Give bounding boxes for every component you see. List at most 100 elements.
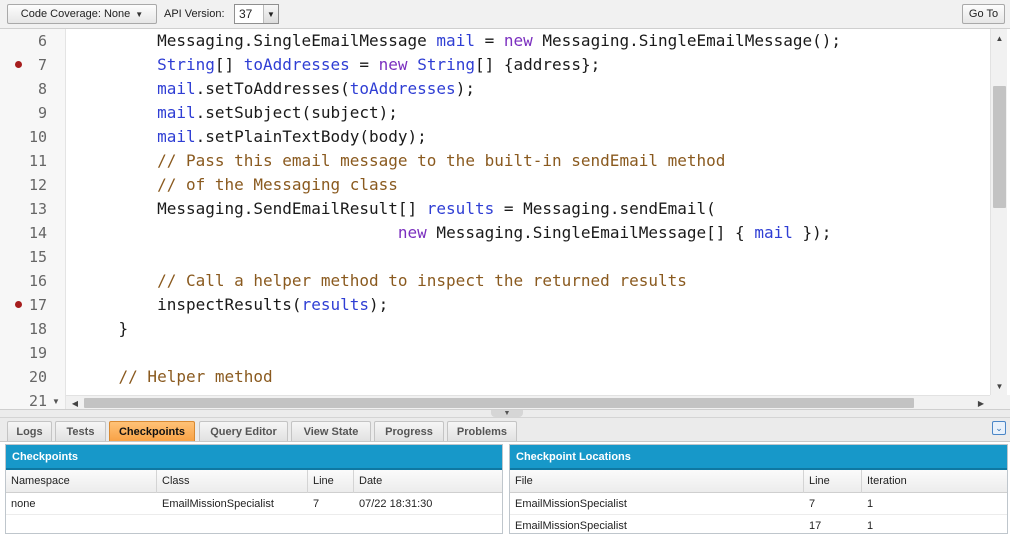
cell-line: 7 [313,498,320,510]
code-line[interactable]: 18 } [0,317,990,341]
tab-tests[interactable]: Tests [55,421,106,441]
code-coverage-label: Code Coverage: None [20,8,131,20]
scroll-down-icon[interactable]: ▼ [991,379,1008,393]
code-line[interactable]: 19 [0,341,990,365]
api-version-select[interactable]: 37 ▼ [234,4,279,24]
column-header-namespace[interactable]: Namespace [6,470,157,493]
tab-view-state[interactable]: View State [291,421,371,441]
code-text: Messaging.SendEmailResult[] results = Me… [80,199,716,218]
splitter-grip-icon[interactable]: ▼ [491,410,523,417]
line-number[interactable]: 7 [0,53,47,77]
vertical-scroll-thumb[interactable] [993,86,1006,208]
line-number[interactable]: 10 [0,125,47,149]
horizontal-scroll-thumb[interactable] [84,398,914,408]
code-line[interactable]: 7 String[] toAddresses = new String[] {a… [0,53,990,77]
chevron-down-icon: ▼ [263,5,278,23]
line-number[interactable]: 12 [0,173,47,197]
tab-problems[interactable]: Problems [447,421,517,441]
line-number[interactable]: 17 [0,293,47,317]
line-number[interactable]: 16 [0,269,47,293]
column-header-date[interactable]: Date [354,470,502,493]
line-number[interactable]: 18 [0,317,47,341]
tab-logs[interactable]: Logs [7,421,52,441]
locations-table-header: File Line Iteration [510,470,1007,493]
line-number[interactable]: 14 [0,221,47,245]
code-line[interactable]: 6 Messaging.SingleEmailMessage mail = ne… [0,29,990,53]
column-header-line[interactable]: Line [804,470,862,493]
code-line[interactable]: 9 mail.setSubject(subject); [0,101,990,125]
cell-file: EmailMissionSpecialist [515,520,627,532]
panel-splitter[interactable]: ▼ [0,410,1010,418]
scroll-right-icon[interactable]: ▶ [974,396,988,409]
code-text: mail.setToAddresses(toAddresses); [157,79,475,98]
code-line[interactable]: 14 new Messaging.SingleEmailMessage[] { … [0,221,990,245]
bottom-tab-bar: Logs Tests Checkpoints Query Editor View… [0,418,1010,442]
api-version-label: API Version: [164,8,225,20]
tab-progress[interactable]: Progress [374,421,444,441]
code-line[interactable]: 16 // Call a helper method to inspect th… [0,269,990,293]
line-number[interactable]: 19 [0,341,47,365]
cell-line: 17 [809,520,822,532]
line-number[interactable]: 11 [0,149,47,173]
fold-toggle-icon[interactable]: ▼ [52,390,60,409]
scroll-left-icon[interactable]: ◀ [68,396,82,409]
code-text: String[] toAddresses = new String[] {add… [157,55,601,74]
code-text: // Pass this email message to the built-… [157,151,726,170]
tab-query-editor[interactable]: Query Editor [199,421,288,441]
code-text: new Messaging.SingleEmailMessage[] { mai… [397,223,832,242]
checkpoints-panel: Checkpoints Namespace Class Line Date no… [5,444,503,534]
line-number[interactable]: 13 [0,197,47,221]
api-version-value: 37 [239,7,253,21]
code-line[interactable]: 12 // of the Messaging class [0,173,990,197]
cell-class: EmailMissionSpecialist [162,498,274,510]
tab-checkpoints[interactable]: Checkpoints [109,421,195,441]
cell-line: 7 [809,498,816,510]
code-text: Messaging.SingleEmailMessage mail = new … [80,31,842,50]
cell-date: 07/22 18:31:30 [359,498,433,510]
code-text: mail.setPlainTextBody(body); [157,127,427,146]
line-number[interactable]: 21 [0,389,47,409]
line-number[interactable]: 9 [0,101,47,125]
checkpoints-panel-title: Checkpoints [6,445,502,470]
code-text: // Helper method [118,367,273,386]
code-coverage-dropdown[interactable]: Code Coverage: None ▼ [7,4,157,24]
table-row[interactable]: EmailMissionSpecialist 7 1 [510,493,1007,515]
code-text: inspectResults(results); [80,295,389,314]
column-header-file[interactable]: File [510,470,804,493]
code-line[interactable]: 8 mail.setToAddresses(toAddresses); [0,77,990,101]
code-line[interactable]: 11 // Pass this email message to the bui… [0,149,990,173]
code-text: } [80,319,129,338]
column-header-line[interactable]: Line [308,470,354,493]
checkpoint-locations-panel-title: Checkpoint Locations [510,445,1007,470]
scroll-up-icon[interactable]: ▲ [991,31,1008,45]
scrollbar-corner [990,395,1010,409]
table-row[interactable]: EmailMissionSpecialist 17 1 [510,515,1007,533]
line-number[interactable]: 8 [0,77,47,101]
horizontal-scrollbar[interactable]: ◀ ▶ [66,395,990,409]
code-text: // of the Messaging class [157,175,398,194]
cell-namespace: none [11,498,36,510]
line-number[interactable]: 15 [0,245,47,269]
code-line[interactable]: 10 mail.setPlainTextBody(body); [0,125,990,149]
vertical-scrollbar[interactable]: ▲ ▼ [990,29,1007,395]
line-number[interactable]: 20 [0,365,47,389]
code-editor[interactable]: 6 Messaging.SingleEmailMessage mail = ne… [0,29,1010,410]
collapse-panel-icon[interactable]: ⌄ [992,421,1006,435]
code-line[interactable]: 17 inspectResults(results); [0,293,990,317]
cell-iteration: 1 [867,520,874,532]
column-header-class[interactable]: Class [157,470,308,493]
line-number[interactable]: 6 [0,29,47,53]
cell-file: EmailMissionSpecialist [515,498,627,510]
cell-iteration: 1 [867,498,874,510]
code-text: mail.setSubject(subject); [157,103,398,122]
checkpoint-locations-panel: Checkpoint Locations File Line Iteration… [509,444,1008,534]
toolbar: Code Coverage: None ▼ API Version: 37 ▼ … [0,0,1010,29]
column-header-iteration[interactable]: Iteration [862,470,1007,493]
code-line[interactable]: 13 Messaging.SendEmailResult[] results =… [0,197,990,221]
go-to-button[interactable]: Go To [962,4,1005,24]
code-text: // Call a helper method to inspect the r… [157,271,687,290]
table-row[interactable]: none EmailMissionSpecialist 7 07/22 18:3… [6,493,502,515]
code-line[interactable]: 20 // Helper method [0,365,990,389]
code-line[interactable]: 15 [0,245,990,269]
chevron-down-icon: ▼ [135,9,144,19]
